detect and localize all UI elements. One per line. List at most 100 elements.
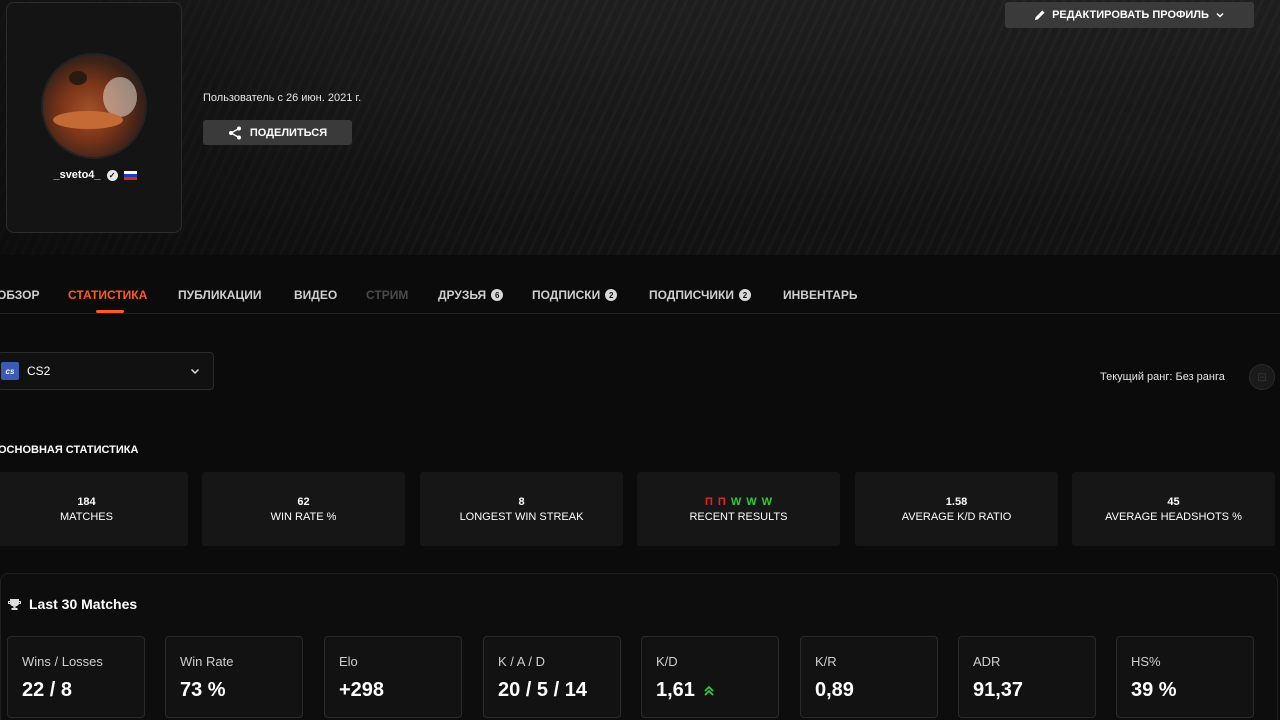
stat-value: 184: [77, 495, 96, 508]
share-button[interactable]: ПОДЕЛИТЬСЯ: [203, 120, 352, 145]
stat-value: 1.58: [945, 495, 968, 508]
match-stat-card-kr: K/R 0,89: [800, 636, 938, 718]
edit-profile-button[interactable]: РЕДАКТИРОВАТЬ ПРОФИЛЬ: [1005, 2, 1254, 28]
match-stat-card-wins-losses: Wins / Losses 22 / 8: [7, 636, 145, 718]
match-stat-card-hs: HS% 39 %: [1116, 636, 1254, 718]
game-logo-icon: cs: [1, 362, 19, 380]
last-30-title-text: Last 30 Matches: [29, 596, 138, 612]
match-stat-value-text: 22 / 8: [22, 679, 73, 701]
tab-label: ИНВЕНТАРЬ: [783, 288, 858, 302]
stat-card-matches: 184 MATCHES: [0, 472, 188, 546]
tab-publications[interactable]: ПУБЛИКАЦИИ: [178, 288, 261, 302]
tab-count-badge: 2: [738, 289, 751, 301]
stat-value: 62: [297, 495, 310, 508]
match-stat-label: K/D: [656, 654, 678, 669]
tab-statistics[interactable]: СТАТИСТИКА: [68, 288, 147, 302]
tab-label: СТРИМ: [366, 288, 409, 302]
avatar-mouth-shape: [53, 111, 123, 129]
avatar[interactable]: [41, 53, 147, 159]
match-stat-value: +298: [339, 679, 384, 702]
trend-up-icon: [704, 685, 714, 696]
tab-label: СТАТИСТИКА: [68, 288, 148, 302]
tab-friends[interactable]: ДРУЗЬЯ 6: [438, 288, 504, 302]
stat-value: 45: [1167, 495, 1180, 508]
match-stat-label: Elo: [339, 654, 358, 669]
tab-stream[interactable]: СТРИМ: [366, 288, 408, 302]
tab-label: ПОДПИСКИ: [532, 288, 601, 302]
chevron-down-icon: [1216, 12, 1224, 18]
recent-result-win: W: [746, 495, 757, 508]
active-tab-indicator: [96, 310, 124, 313]
avatar-highlight-shape: [103, 77, 137, 117]
match-stat-card-elo: Elo +298: [324, 636, 462, 718]
match-stat-value-text: 20 / 5 / 14: [498, 679, 587, 701]
match-stat-value: 39 %: [1131, 679, 1177, 702]
tab-count-badge: 6: [491, 289, 504, 301]
tab-count-badge: 2: [605, 289, 618, 301]
share-label: ПОДЕЛИТЬСЯ: [249, 126, 328, 139]
stat-label: AVERAGE HEADSHOTS %: [1105, 510, 1242, 523]
stat-label: MATCHES: [60, 510, 113, 523]
match-stat-value-text: 73 %: [180, 679, 226, 701]
banner-overlay: [0, 0, 1280, 255]
pencil-icon: [1035, 10, 1045, 20]
username: _sveto4_: [53, 169, 101, 181]
tab-overview[interactable]: ОБЗОР: [0, 288, 40, 302]
tab-inventory[interactable]: ИНВЕНТАРЬ: [783, 288, 858, 302]
avatar-eye-shape: [69, 71, 87, 85]
match-stat-label: K / A / D: [498, 654, 545, 669]
stat-card-kd-ratio: 1.58 AVERAGE K/D RATIO: [855, 472, 1058, 546]
rank-icon: ⊟: [1249, 364, 1275, 390]
stat-label: WIN RATE %: [270, 510, 337, 523]
recent-result-loss: П: [705, 495, 713, 508]
match-stat-card-kad: K / A / D 20 / 5 / 14: [483, 636, 621, 718]
stat-value: 8: [518, 495, 525, 508]
tab-subscribers[interactable]: ПОДПИСЧИКИ 2: [649, 288, 751, 302]
stat-label: RECENT RESULTS: [689, 510, 788, 523]
match-stat-value: 91,37: [973, 679, 1023, 702]
share-icon: [228, 126, 241, 139]
match-stat-value-text: 1,61: [656, 679, 695, 701]
stat-card-win-rate: 62 WIN RATE %: [202, 472, 405, 546]
match-stat-value: 73 %: [180, 679, 226, 702]
russia-flag-icon: [123, 170, 137, 180]
stat-card-longest-win-streak: 8 LONGEST WIN STREAK: [420, 472, 623, 546]
recent-results: П П W W W: [705, 496, 772, 508]
stat-card-recent-results: П П W W W RECENT RESULTS: [637, 472, 840, 546]
game-select[interactable]: cs CS2: [0, 352, 214, 390]
stat-label: AVERAGE K/D RATIO: [901, 510, 1012, 523]
profile-tabs: ОБЗОР СТАТИСТИКА ПУБЛИКАЦИИ ВИДЕО СТРИМ …: [0, 282, 1280, 314]
match-stat-label: ADR: [973, 654, 1001, 669]
section-title: ОСНОВНАЯ СТАТИСТИКА: [0, 444, 139, 456]
match-stat-value-text: +298: [339, 679, 385, 701]
tab-label: ОБЗОР: [0, 288, 40, 302]
recent-result-loss: П: [717, 495, 726, 508]
match-stat-value: 1,61: [656, 679, 715, 702]
tab-label: ПУБЛИКАЦИИ: [178, 288, 262, 302]
tab-subscriptions[interactable]: ПОДПИСКИ 2: [532, 288, 618, 302]
match-stat-value: 0,89: [815, 679, 854, 702]
tab-label: ВИДЕО: [294, 288, 338, 302]
stat-card-headshots: 45 AVERAGE HEADSHOTS %: [1072, 472, 1275, 546]
match-stat-label: K/R: [815, 654, 837, 669]
stat-label: LONGEST WIN STREAK: [459, 510, 584, 523]
match-stat-label: HS%: [1131, 654, 1161, 669]
chevron-down-icon: [190, 368, 200, 375]
tab-label: ПОДПИСЧИКИ: [649, 288, 734, 302]
match-stat-label: Win Rate: [180, 654, 234, 669]
match-stat-value-text: 39 %: [1131, 679, 1177, 701]
match-stat-value-text: 0,89: [815, 679, 854, 701]
recent-result-win: W: [730, 495, 742, 508]
match-stat-label: Wins / Losses: [22, 654, 103, 669]
match-stat-card-win-rate: Win Rate 73 %: [165, 636, 303, 718]
tab-video[interactable]: ВИДЕО: [294, 288, 337, 302]
recent-result-win: W: [761, 495, 772, 508]
match-stat-card-kd: K/D 1,61: [641, 636, 779, 718]
member-since: Пользователь с 26 июн. 2021 г.: [203, 92, 362, 104]
last-30-title: Last 30 Matches: [8, 596, 137, 612]
match-stat-value-text: 91,37: [973, 679, 1024, 701]
match-stat-value: 22 / 8: [22, 679, 72, 702]
match-stat-value: 20 / 5 / 14: [498, 679, 587, 702]
verified-icon: ✓: [106, 169, 118, 181]
game-select-value: CS2: [27, 364, 51, 378]
